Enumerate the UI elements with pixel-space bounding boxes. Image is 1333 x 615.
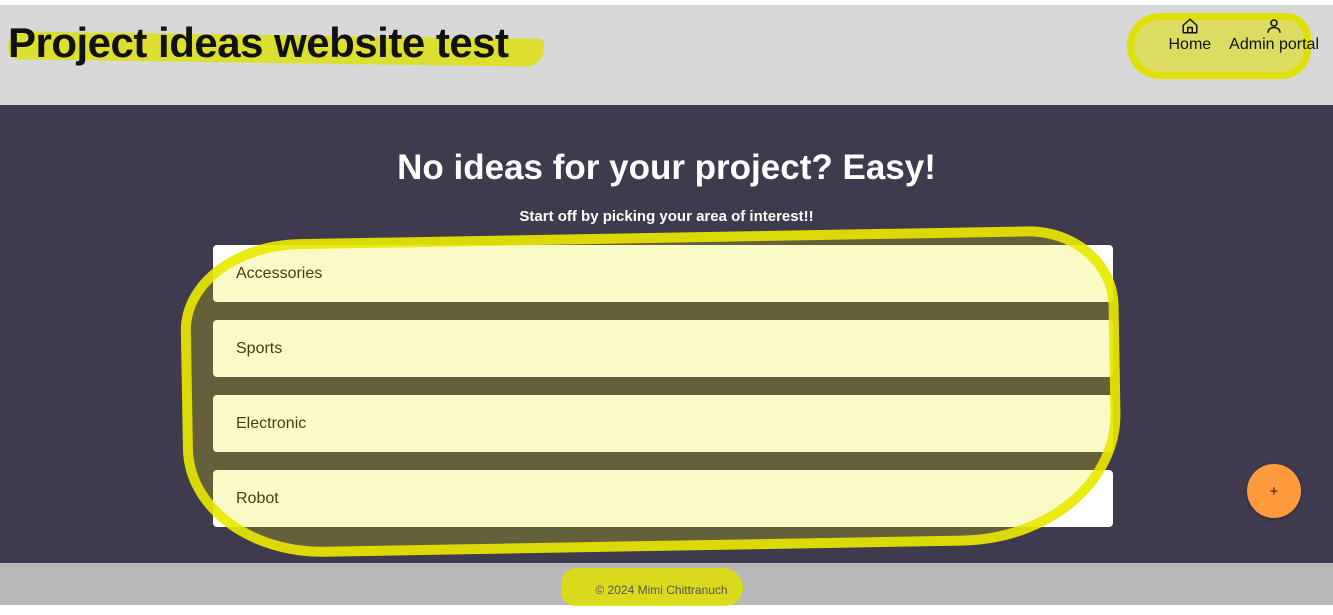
main-content: No ideas for your project? Easy! Start o… — [0, 105, 1333, 563]
category-label: Robot — [236, 489, 279, 507]
page-subheading: Start off by picking your area of intere… — [519, 208, 814, 225]
category-item-electronic[interactable]: Electronic — [213, 395, 1113, 452]
category-item-sports[interactable]: Sports — [213, 320, 1113, 377]
page-heading: No ideas for your project? Easy! — [397, 148, 936, 187]
category-label: Accessories — [236, 264, 323, 282]
nav-item-label: Admin portal — [1229, 36, 1319, 53]
main-nav: Home Admin portal — [1168, 17, 1319, 54]
page: Project ideas website test Home Admin po… — [0, 0, 1333, 615]
copyright-text: © 2024 Mimi Chittranuch — [595, 583, 728, 597]
category-item-accessories[interactable]: Accessories — [213, 245, 1113, 302]
home-icon — [1182, 18, 1198, 34]
category-label: Sports — [236, 339, 283, 357]
user-icon — [1267, 19, 1281, 33]
site-footer: © 2024 Mimi Chittranuch — [0, 563, 1333, 606]
add-button[interactable]: + — [1247, 464, 1301, 518]
category-label: Electronic — [236, 414, 307, 432]
site-title: Project ideas website test — [8, 19, 509, 66]
category-item-robot[interactable]: Robot — [213, 470, 1113, 527]
plus-icon: + — [1269, 482, 1279, 500]
site-header: Project ideas website test Home Admin po… — [0, 5, 1333, 105]
nav-item-admin-portal[interactable]: Admin portal — [1229, 17, 1319, 54]
nav-item-label: Home — [1168, 36, 1212, 53]
nav-item-home[interactable]: Home — [1168, 17, 1211, 54]
